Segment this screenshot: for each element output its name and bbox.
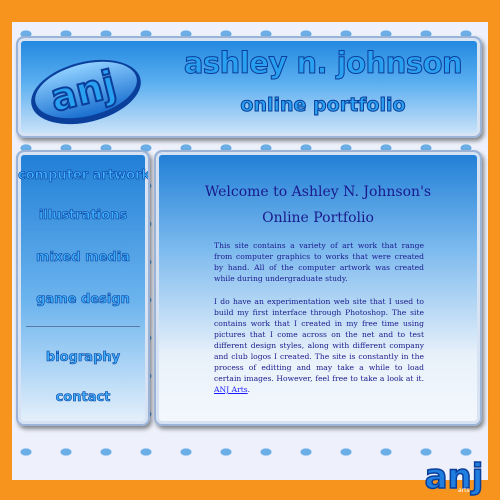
site-title: ashley n. johnson: [183, 46, 463, 81]
nav-item-illustrations[interactable]: illustrations: [18, 208, 148, 224]
anj-logo-icon[interactable]: anj: [26, 48, 150, 128]
experiment-paragraph-end: .: [247, 385, 251, 394]
experiment-paragraph: I do have an experimentation web site th…: [214, 296, 424, 395]
site-subtitle: online portfolio: [240, 94, 406, 117]
frame-left: [0, 0, 12, 500]
anj-arts-link[interactable]: ANJ Arts: [214, 385, 248, 394]
frame-right: [488, 0, 500, 500]
welcome-heading-line1: Welcome to Ashley N. Johnson's: [204, 184, 432, 200]
welcome-heading-line2: Online Portfolio: [262, 210, 374, 226]
nav-item-biography[interactable]: biography: [18, 350, 148, 366]
corner-logo-icon[interactable]: anj: [420, 452, 486, 498]
corner-logo-sub: arts: [458, 487, 470, 494]
sidebar-nav: computer artwork illustrations mixed med…: [16, 150, 150, 426]
intro-paragraph: This site contains a variety of art work…: [214, 241, 424, 283]
nav-item-mixed-media[interactable]: mixed media: [18, 250, 148, 266]
nav-item-computer-artwork[interactable]: computer artwork: [18, 168, 148, 184]
header-panel: anj ashley n. johnson online portfolio: [16, 36, 482, 138]
experiment-paragraph-text: I do have an experimentation web site th…: [214, 297, 424, 383]
main-content: Welcome to Ashley N. Johnson's Online Po…: [154, 150, 482, 426]
svg-text:anj: anj: [425, 457, 484, 497]
nav-divider: [26, 326, 140, 327]
nav-item-game-design[interactable]: game design: [18, 292, 148, 308]
frame-top: [0, 0, 500, 22]
nav-item-contact[interactable]: contact: [18, 390, 148, 406]
